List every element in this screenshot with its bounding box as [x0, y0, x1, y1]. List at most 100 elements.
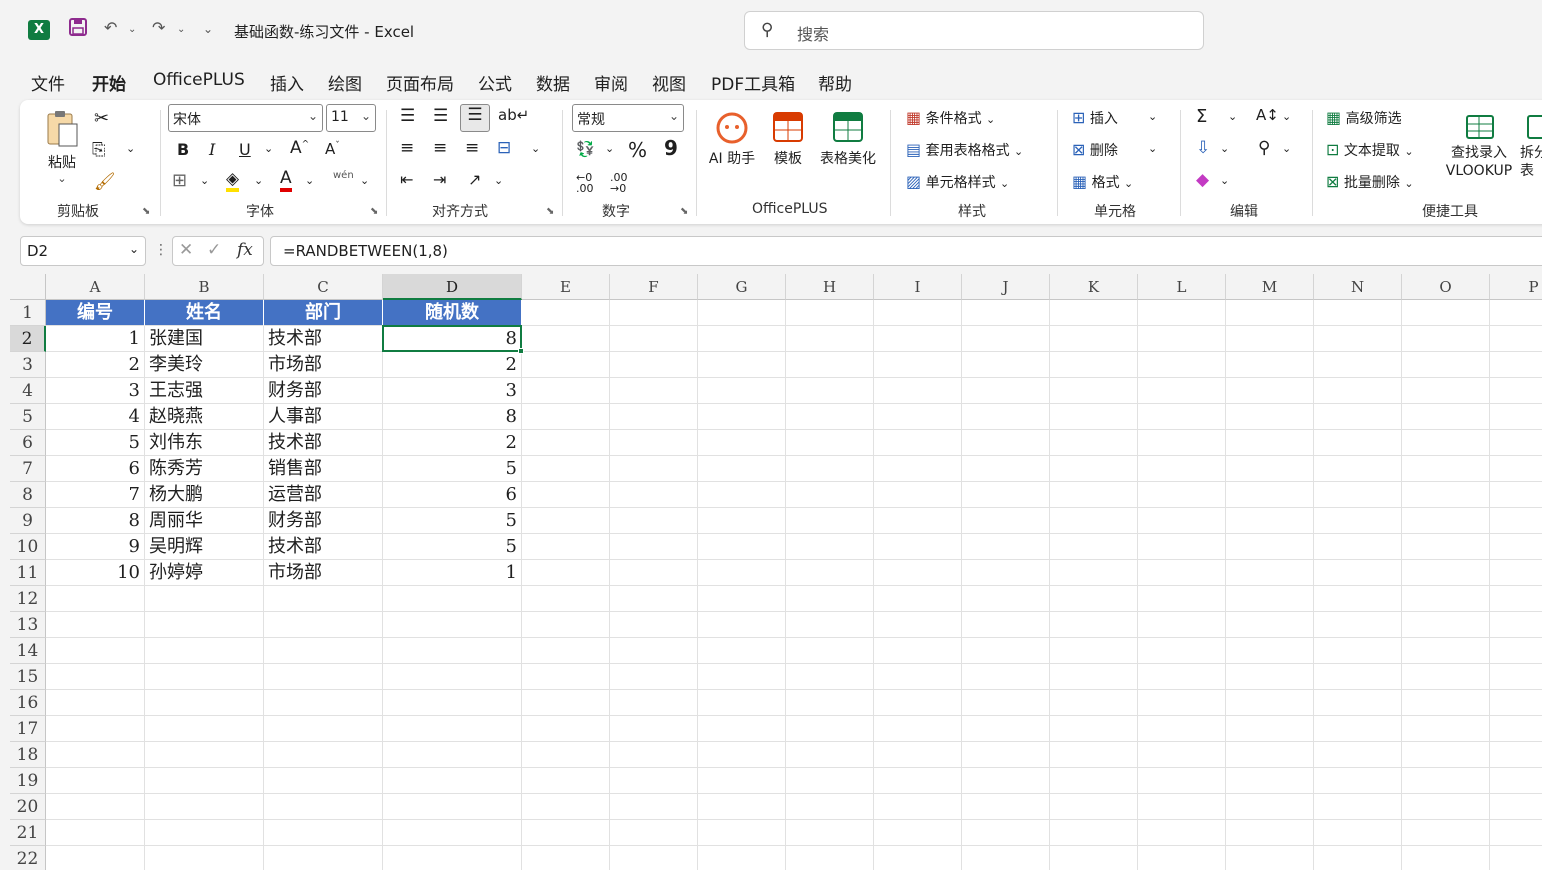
- cell-f11[interactable]: [610, 560, 698, 586]
- row-header-9[interactable]: 9: [10, 508, 46, 534]
- cell-g20[interactable]: [698, 794, 786, 820]
- cell-f15[interactable]: [610, 664, 698, 690]
- cell-g6[interactable]: [698, 430, 786, 456]
- cell-c1[interactable]: 部门: [264, 300, 383, 326]
- cell-c10[interactable]: 技术部: [264, 534, 383, 560]
- cell-c6[interactable]: 技术部: [264, 430, 383, 456]
- cell-b12[interactable]: [145, 586, 264, 612]
- sort-filter-icon[interactable]: A↕: [1256, 106, 1279, 124]
- clipboard-launcher-icon[interactable]: ⬊: [142, 206, 150, 217]
- cell-p14[interactable]: [1490, 638, 1542, 664]
- lookup-vlookup-button[interactable]: 查找录入 VLOOKUP: [1440, 110, 1518, 180]
- cell-i14[interactable]: [874, 638, 962, 664]
- row-header-12[interactable]: 12: [10, 586, 46, 612]
- cell-n15[interactable]: [1314, 664, 1402, 690]
- cell-d10[interactable]: 5: [383, 534, 522, 560]
- cell-n3[interactable]: [1314, 352, 1402, 378]
- cell-c20[interactable]: [264, 794, 383, 820]
- cell-a18[interactable]: [46, 742, 145, 768]
- cell-e1[interactable]: [522, 300, 610, 326]
- row-header-4[interactable]: 4: [10, 378, 46, 404]
- cell-b10[interactable]: 吴明辉: [145, 534, 264, 560]
- cell-l15[interactable]: [1138, 664, 1226, 690]
- cell-c17[interactable]: [264, 716, 383, 742]
- cell-e19[interactable]: [522, 768, 610, 794]
- cell-j2[interactable]: [962, 326, 1050, 352]
- increase-font-icon[interactable]: A^: [290, 138, 309, 158]
- cell-c8[interactable]: 运营部: [264, 482, 383, 508]
- tab-insert[interactable]: 插入: [270, 70, 304, 95]
- cell-n14[interactable]: [1314, 638, 1402, 664]
- cell-k18[interactable]: [1050, 742, 1138, 768]
- cell-e12[interactable]: [522, 586, 610, 612]
- redo-icon[interactable]: ↷: [152, 18, 165, 37]
- row-header-13[interactable]: 13: [10, 612, 46, 638]
- cell-l6[interactable]: [1138, 430, 1226, 456]
- cell-f8[interactable]: [610, 482, 698, 508]
- cell-m15[interactable]: [1226, 664, 1314, 690]
- cell-m3[interactable]: [1226, 352, 1314, 378]
- cell-g10[interactable]: [698, 534, 786, 560]
- cell-c21[interactable]: [264, 820, 383, 846]
- cell-i20[interactable]: [874, 794, 962, 820]
- autosum-icon[interactable]: Σ: [1196, 106, 1207, 127]
- cell-c2[interactable]: 技术部: [264, 326, 383, 352]
- cell-l11[interactable]: [1138, 560, 1226, 586]
- cell-d20[interactable]: [383, 794, 522, 820]
- cell-a20[interactable]: [46, 794, 145, 820]
- cell-b16[interactable]: [145, 690, 264, 716]
- cell-e20[interactable]: [522, 794, 610, 820]
- cell-f7[interactable]: [610, 456, 698, 482]
- cell-n7[interactable]: [1314, 456, 1402, 482]
- cell-i1[interactable]: [874, 300, 962, 326]
- underline-icon[interactable]: U: [239, 140, 251, 159]
- table-format-button[interactable]: ▤ 套用表格格式 ⌄: [906, 140, 1023, 160]
- cell-d16[interactable]: [383, 690, 522, 716]
- cell-a7[interactable]: 6: [46, 456, 145, 482]
- underline-dropdown-icon[interactable]: ⌄: [264, 142, 273, 155]
- cell-g7[interactable]: [698, 456, 786, 482]
- cell-a5[interactable]: 4: [46, 404, 145, 430]
- cell-f14[interactable]: [610, 638, 698, 664]
- paste-button[interactable]: 粘贴 ⌄: [40, 108, 84, 185]
- cell-l18[interactable]: [1138, 742, 1226, 768]
- increase-indent-icon[interactable]: ⇥: [433, 170, 446, 189]
- column-header-m[interactable]: M: [1226, 274, 1314, 300]
- tab-help[interactable]: 帮助: [818, 70, 852, 95]
- border-icon[interactable]: ⊞: [172, 170, 187, 191]
- cell-g16[interactable]: [698, 690, 786, 716]
- cell-o14[interactable]: [1402, 638, 1490, 664]
- row-header-11[interactable]: 11: [10, 560, 46, 586]
- number-launcher-icon[interactable]: ⬊: [680, 206, 688, 217]
- wrap-text-icon[interactable]: ab↵: [498, 106, 529, 124]
- cell-n6[interactable]: [1314, 430, 1402, 456]
- cell-m16[interactable]: [1226, 690, 1314, 716]
- cell-c19[interactable]: [264, 768, 383, 794]
- cell-b8[interactable]: 杨大鹏: [145, 482, 264, 508]
- cell-l3[interactable]: [1138, 352, 1226, 378]
- font-color-icon[interactable]: A: [280, 168, 292, 192]
- cell-a11[interactable]: 10: [46, 560, 145, 586]
- cell-g8[interactable]: [698, 482, 786, 508]
- cell-h11[interactable]: [786, 560, 874, 586]
- align-center-icon[interactable]: ≡: [433, 138, 447, 158]
- cell-p19[interactable]: [1490, 768, 1542, 794]
- cell-h18[interactable]: [786, 742, 874, 768]
- formula-input[interactable]: =RANDBETWEEN(1,8): [270, 236, 1542, 266]
- tab-officeplus[interactable]: OfficePLUS: [153, 70, 245, 90]
- cell-k13[interactable]: [1050, 612, 1138, 638]
- cell-j17[interactable]: [962, 716, 1050, 742]
- align-left-icon[interactable]: ≡: [400, 138, 414, 158]
- cell-b6[interactable]: 刘伟东: [145, 430, 264, 456]
- cell-m10[interactable]: [1226, 534, 1314, 560]
- select-all-corner[interactable]: [10, 274, 46, 300]
- cell-j9[interactable]: [962, 508, 1050, 534]
- cell-b15[interactable]: [145, 664, 264, 690]
- cell-k7[interactable]: [1050, 456, 1138, 482]
- cell-f18[interactable]: [610, 742, 698, 768]
- cell-n20[interactable]: [1314, 794, 1402, 820]
- cell-f4[interactable]: [610, 378, 698, 404]
- column-header-l[interactable]: L: [1138, 274, 1226, 300]
- cell-k22[interactable]: [1050, 846, 1138, 870]
- cell-k14[interactable]: [1050, 638, 1138, 664]
